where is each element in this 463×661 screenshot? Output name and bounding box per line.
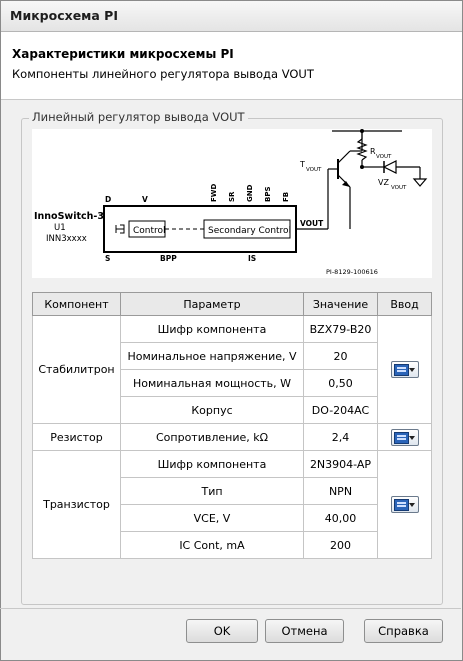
col-parameter: Параметр	[120, 292, 304, 316]
circuit-schematic: Control Secondary Control InnoSwitch-3 U…	[34, 129, 428, 276]
chip-ref: U1	[54, 223, 66, 233]
param-cell: IC Cont, mA	[120, 531, 304, 559]
pin-fwd: FWD	[210, 183, 218, 202]
table-row: Резистор Сопротивление, kΩ 2,4	[32, 423, 432, 451]
pin-fb: FB	[282, 192, 290, 202]
col-value: Значение	[303, 292, 378, 316]
value-cell[interactable]: 0,50	[303, 369, 378, 397]
transistor-label-sub: VOUT	[306, 167, 322, 173]
help-button[interactable]: Справка	[364, 619, 443, 643]
secondary-control-label: Secondary Control	[208, 226, 291, 236]
pin-is: IS	[248, 254, 256, 263]
pin-d: D	[105, 195, 111, 204]
value-cell[interactable]: 40,00	[303, 504, 378, 532]
input-cell	[377, 315, 432, 424]
pin-bps: BPS	[264, 186, 272, 202]
component-table: Компонент Параметр Значение Ввод Стабили…	[32, 292, 432, 559]
input-dropdown-button-zener[interactable]	[390, 361, 419, 378]
input-cell	[377, 450, 432, 559]
pin-s: S	[105, 254, 110, 263]
group-transistor: Транзистор	[32, 450, 121, 559]
input-dropdown-button-transistor[interactable]	[390, 496, 419, 513]
col-input: Ввод	[377, 292, 432, 316]
param-cell: VCE, V	[120, 504, 304, 532]
value-cell[interactable]: BZX79-B20	[303, 315, 378, 343]
group-label: Линейный регулятор вывода VOUT	[29, 110, 248, 124]
title-bar[interactable]: Микросхема PI	[1, 1, 462, 32]
param-cell: Шифр компонента	[120, 450, 304, 478]
zener-label-sub: VOUT	[391, 185, 407, 191]
param-cell: Шифр компонента	[120, 315, 304, 343]
group-zener: Стабилитрон	[32, 315, 121, 424]
dialog-header: Характеристики микросхемы PI Компоненты …	[1, 32, 462, 100]
table-row: Транзистор Шифр компонента 2N3904-AP	[32, 450, 432, 559]
param-cell: Тип	[120, 477, 304, 505]
ok-button[interactable]: OK	[186, 619, 258, 643]
chevron-down-icon	[408, 503, 415, 507]
circuit-diagram: Control Secondary Control InnoSwitch-3 U…	[32, 129, 432, 278]
database-icon	[393, 499, 409, 511]
value-cell[interactable]: 200	[303, 531, 378, 559]
param-cell: Номинальное напряжение, V	[120, 342, 304, 370]
table-row: Стабилитрон Шифр компонента BZX79-B20	[32, 315, 432, 424]
input-dropdown-button-resistor[interactable]	[390, 428, 419, 446]
cancel-button[interactable]: Отмена	[265, 619, 344, 643]
table-header-row: Компонент Параметр Значение Ввод	[32, 292, 432, 316]
database-icon	[393, 364, 409, 376]
zener-label: VZ	[378, 178, 389, 187]
pin-sr: SR	[228, 191, 236, 202]
chip-part: INN3xxxx	[46, 234, 87, 244]
value-cell[interactable]: 2N3904-AP	[303, 450, 378, 478]
pin-gnd: GND	[246, 184, 254, 202]
vout-label: VOUT	[300, 219, 324, 228]
param-cell: Сопротивление, kΩ	[120, 423, 304, 451]
value-cell[interactable]: DO-204AC	[303, 396, 378, 424]
param-cell: Номинальная мощность, W	[120, 369, 304, 397]
chevron-down-icon	[408, 435, 415, 440]
chip-name: InnoSwitch-3	[34, 211, 104, 222]
database-icon	[393, 431, 409, 444]
value-cell[interactable]: 20	[303, 342, 378, 370]
input-cell	[377, 423, 432, 451]
pin-bpp: BPP	[160, 254, 177, 263]
value-cell[interactable]: 2,4	[303, 423, 378, 451]
header-title: Характеристики микросхемы PI	[12, 47, 234, 61]
header-subtitle: Компоненты линейного регулятора вывода V…	[12, 67, 314, 81]
pin-v: V	[142, 195, 148, 204]
control-label: Control	[133, 226, 166, 236]
param-cell: Корпус	[120, 396, 304, 424]
col-component: Компонент	[32, 292, 121, 316]
transistor-label: T	[299, 160, 305, 169]
figure-id: PI-8129-100616	[326, 268, 378, 276]
chevron-down-icon	[408, 368, 415, 372]
window-title: Микросхема PI	[10, 8, 118, 23]
value-cell[interactable]: NPN	[303, 477, 378, 505]
resistor-label-sub: VOUT	[376, 154, 392, 160]
footer-divider	[0, 608, 461, 609]
group-resistor: Резистор	[32, 423, 121, 451]
